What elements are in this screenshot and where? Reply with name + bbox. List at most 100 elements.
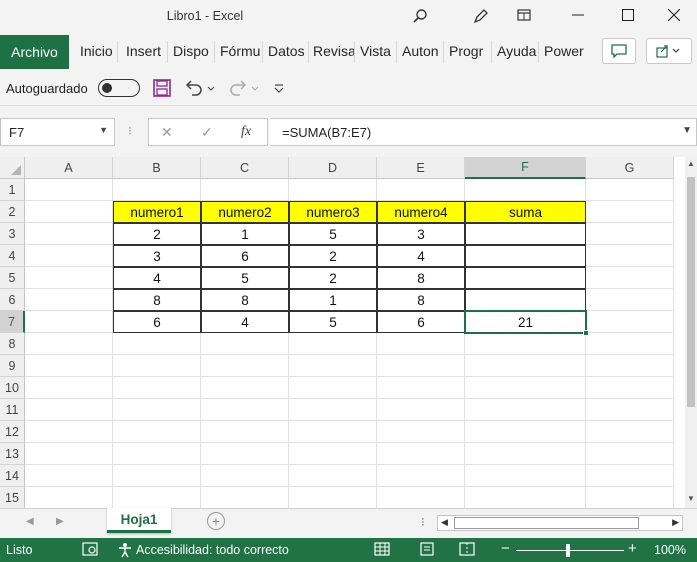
ribbon-display-icon[interactable] xyxy=(501,0,547,30)
page-layout-view-icon[interactable] xyxy=(419,542,435,559)
cell-e2[interactable]: numero4 xyxy=(377,201,465,223)
cell-d13[interactable] xyxy=(289,443,377,465)
tab-vista[interactable]: Vista xyxy=(356,41,397,63)
zoom-slider-track[interactable] xyxy=(516,550,624,551)
cell-d10[interactable] xyxy=(289,377,377,399)
cell-b2[interactable]: numero1 xyxy=(113,201,201,223)
cell-c14[interactable] xyxy=(201,465,289,487)
row-header-13[interactable]: 13 xyxy=(0,443,25,465)
scroll-right-icon[interactable]: ▶ xyxy=(672,517,679,528)
undo-icon[interactable] xyxy=(184,78,218,98)
share-icon[interactable] xyxy=(646,38,692,64)
zoom-level[interactable]: 100% xyxy=(654,543,686,557)
page-break-view-icon[interactable] xyxy=(459,542,475,559)
cell-f11[interactable] xyxy=(465,399,586,421)
zoom-slider-thumb[interactable] xyxy=(566,544,570,557)
cell-b5[interactable]: 4 xyxy=(113,267,201,289)
cell-e15[interactable] xyxy=(377,487,465,508)
cell-c11[interactable] xyxy=(201,399,289,421)
scroll-up-icon[interactable]: ▲ xyxy=(687,159,695,168)
tab-revisar[interactable]: Revisa xyxy=(309,41,355,63)
row-header-12[interactable]: 12 xyxy=(0,421,25,443)
cell-g14[interactable] xyxy=(586,465,674,487)
customize-icon[interactable] xyxy=(272,78,286,98)
cell-g9[interactable] xyxy=(586,355,674,377)
cell-b4[interactable]: 3 xyxy=(113,245,201,267)
row-header-1[interactable]: 1 xyxy=(0,179,25,201)
cell-e13[interactable] xyxy=(377,443,465,465)
cell-d15[interactable] xyxy=(289,487,377,508)
cell-a15[interactable] xyxy=(25,487,113,508)
cell-a10[interactable] xyxy=(25,377,113,399)
cell-b12[interactable] xyxy=(113,421,201,443)
cell-c2[interactable]: numero2 xyxy=(201,201,289,223)
cell-a13[interactable] xyxy=(25,443,113,465)
cell-d3[interactable]: 5 xyxy=(289,223,377,245)
tab-ayuda[interactable]: Ayuda xyxy=(493,41,539,63)
cell-f15[interactable] xyxy=(465,487,586,508)
cell-a2[interactable] xyxy=(25,201,113,223)
cell-f2[interactable]: suma xyxy=(465,201,586,223)
cell-c5[interactable]: 5 xyxy=(201,267,289,289)
insert-function-icon[interactable]: fx xyxy=(241,124,251,140)
cell-b15[interactable] xyxy=(113,487,201,508)
column-header-f[interactable]: F xyxy=(465,157,586,179)
cell-g10[interactable] xyxy=(586,377,674,399)
cell-e9[interactable] xyxy=(377,355,465,377)
row-header-8[interactable]: 8 xyxy=(0,333,25,355)
cell-f5[interactable] xyxy=(465,267,586,289)
spreadsheet-grid[interactable]: A B C D E F G 1 2 numero1 numero2 numero3 numero4 sum… xyxy=(0,157,685,508)
cell-c8[interactable] xyxy=(201,333,289,355)
column-header-b[interactable]: B xyxy=(113,157,201,179)
close-icon[interactable] xyxy=(651,0,697,30)
tab-formulas[interactable]: Fórmu xyxy=(216,41,263,63)
cell-f4[interactable] xyxy=(465,245,586,267)
cell-b11[interactable] xyxy=(113,399,201,421)
add-sheet-icon[interactable]: + xyxy=(207,512,225,530)
cell-g12[interactable] xyxy=(586,421,674,443)
cell-d7[interactable]: 5 xyxy=(289,311,377,333)
cell-c9[interactable] xyxy=(201,355,289,377)
cell-a1[interactable] xyxy=(25,179,113,201)
row-header-3[interactable]: 3 xyxy=(0,223,25,245)
cell-e7[interactable]: 6 xyxy=(377,311,465,333)
tab-inicio[interactable]: Inicio xyxy=(76,41,118,63)
cell-b7[interactable]: 6 xyxy=(113,311,201,333)
cell-d4[interactable]: 2 xyxy=(289,245,377,267)
cell-e1[interactable] xyxy=(377,179,465,201)
cell-f14[interactable] xyxy=(465,465,586,487)
cell-b10[interactable] xyxy=(113,377,201,399)
row-header-6[interactable]: 6 xyxy=(0,289,25,311)
cell-f9[interactable] xyxy=(465,355,586,377)
cell-g6[interactable] xyxy=(586,289,674,311)
scroll-down-icon[interactable]: ▼ xyxy=(687,494,695,503)
row-header-11[interactable]: 11 xyxy=(0,399,25,421)
column-header-g[interactable]: G xyxy=(586,157,674,179)
cell-a9[interactable] xyxy=(25,355,113,377)
cell-d11[interactable] xyxy=(289,399,377,421)
cell-d8[interactable] xyxy=(289,333,377,355)
cell-f12[interactable] xyxy=(465,421,586,443)
tab-power-pivot[interactable]: Power xyxy=(540,41,586,63)
cell-g2[interactable] xyxy=(586,201,674,223)
formula-input[interactable]: =SUMA(B7:E7) ▼ xyxy=(270,118,697,146)
cell-b13[interactable] xyxy=(113,443,201,465)
cell-g4[interactable] xyxy=(586,245,674,267)
cell-b14[interactable] xyxy=(113,465,201,487)
normal-view-icon[interactable] xyxy=(374,542,390,559)
maximize-icon[interactable] xyxy=(605,0,651,30)
cell-g8[interactable] xyxy=(586,333,674,355)
cell-a14[interactable] xyxy=(25,465,113,487)
cell-g5[interactable] xyxy=(586,267,674,289)
tab-insertar[interactable]: Insert xyxy=(122,41,168,63)
comment-icon[interactable] xyxy=(602,38,636,64)
cell-a12[interactable] xyxy=(25,421,113,443)
cell-e4[interactable]: 4 xyxy=(377,245,465,267)
row-header-2[interactable]: 2 xyxy=(0,201,25,223)
cell-d1[interactable] xyxy=(289,179,377,201)
tab-disposicion[interactable]: Dispo xyxy=(169,41,215,63)
cell-c10[interactable] xyxy=(201,377,289,399)
row-header-15[interactable]: 15 xyxy=(0,487,25,508)
row-header-10[interactable]: 10 xyxy=(0,377,25,399)
cell-g15[interactable] xyxy=(586,487,674,508)
